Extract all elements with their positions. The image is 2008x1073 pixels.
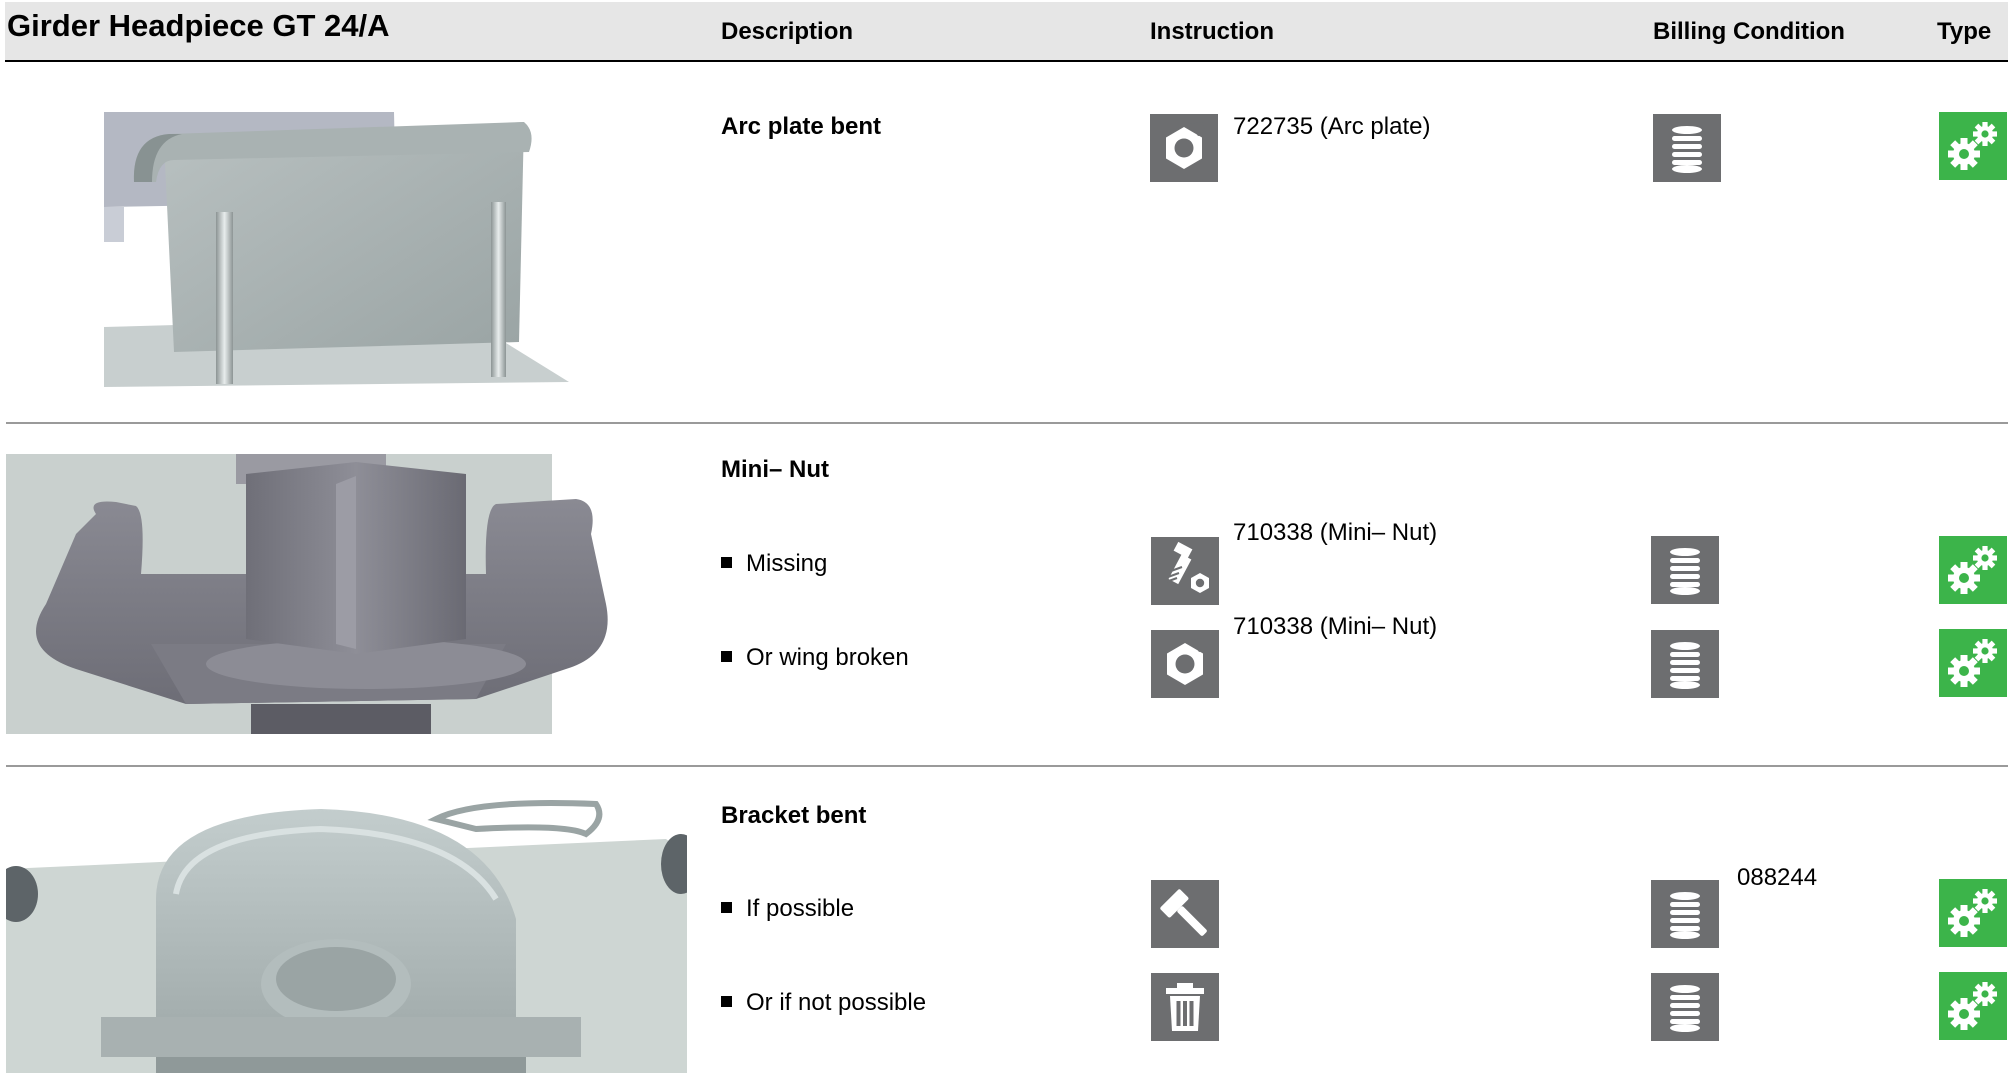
coin-stack-icon: [1651, 536, 1719, 604]
gears-icon: [1939, 629, 2007, 697]
row-title-bracket: Bracket bent: [721, 802, 867, 829]
bullet-marker: [721, 651, 732, 663]
coin-stack-icon: [1651, 880, 1719, 948]
gears-icon: [1939, 972, 2007, 1040]
gears-icon: [1939, 879, 2007, 947]
billing-text: 088244: [1737, 864, 1818, 891]
coin-stack-icon: [1651, 973, 1719, 1041]
bracket-render: [6, 799, 687, 1073]
row-separator: [6, 422, 2008, 424]
gears-icon: [1939, 536, 2007, 604]
instruction-text: 710338 (Mini– Nut): [1233, 613, 1438, 640]
list-item: Missing: [721, 550, 827, 578]
bullet-marker: [721, 902, 732, 914]
gears-icon: [1939, 112, 2007, 180]
instruction-text: 722735 (Arc plate): [1233, 113, 1431, 140]
bolt-nut-icon: [1151, 537, 1219, 605]
nut-replace-icon: [1150, 114, 1218, 182]
bullet-marker: [721, 996, 732, 1008]
row-title-arc-plate: Arc plate bent: [721, 113, 882, 140]
instruction-text: 710338 (Mini– Nut): [1233, 519, 1438, 546]
list-item: Or wing broken: [721, 644, 909, 672]
coin-stack-icon: [1651, 630, 1719, 698]
row-title-mini-nut: Mini– Nut: [721, 456, 829, 483]
column-header-type: Type: [1937, 18, 1992, 45]
column-header-instruction: Instruction: [1150, 18, 1274, 45]
row-separator: [6, 765, 2008, 767]
coin-stack-icon: [1653, 114, 1721, 182]
page-title: Girder Headpiece GT 24/A: [7, 8, 390, 43]
column-header-description: Description: [721, 18, 854, 45]
wing-nut-render: [6, 454, 646, 734]
bullet-marker: [721, 557, 732, 569]
list-item: If possible: [721, 895, 854, 923]
column-header-billing: Billing Condition: [1653, 18, 1845, 45]
trash-icon: [1151, 973, 1219, 1041]
nut-replace-icon: [1151, 630, 1219, 698]
hammer-icon: [1151, 880, 1219, 948]
arc-plate-render: [104, 112, 569, 387]
list-item: Or if not possible: [721, 989, 926, 1017]
